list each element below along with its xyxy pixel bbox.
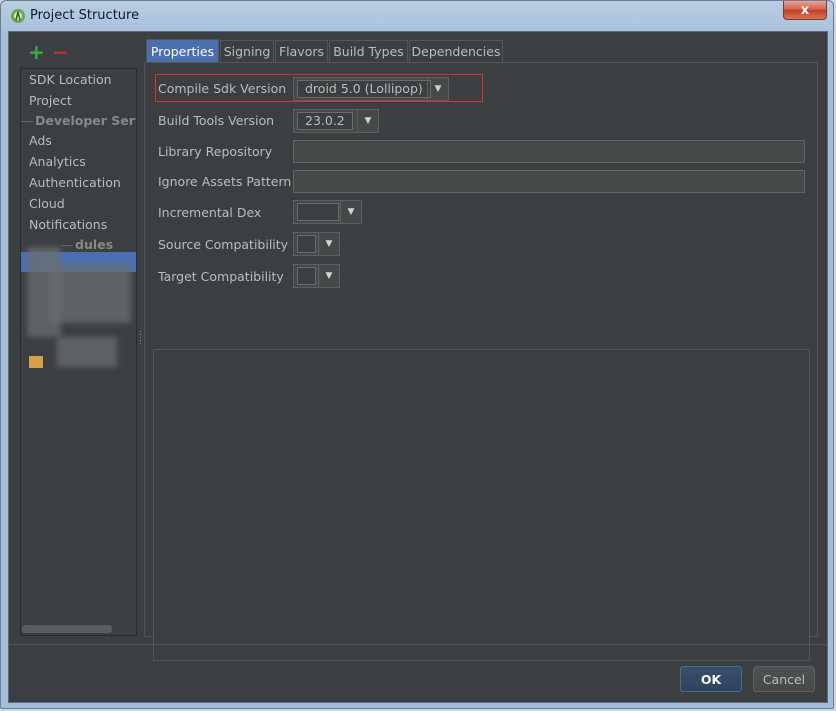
redacted-block <box>57 337 117 367</box>
target-compat-label: Target Compatibility <box>158 269 284 284</box>
source-compat-value <box>297 235 316 253</box>
sidebar-header-developer-services: Developer Servic <box>21 113 136 128</box>
window-title: Project Structure <box>30 8 140 23</box>
sidebar-item-project[interactable]: Project <box>29 93 72 108</box>
library-repo-input[interactable] <box>293 140 805 163</box>
source-compat-dropdown[interactable]: ▼ <box>293 232 340 256</box>
ignore-assets-label: Ignore Assets Pattern <box>158 174 292 189</box>
incremental-dex-dropdown[interactable]: ▼ <box>293 200 362 224</box>
build-tools-value: 23.0.2 <box>297 112 353 130</box>
sidebar-item-ads[interactable]: Ads <box>29 133 52 148</box>
remove-icon[interactable]: − <box>52 42 69 62</box>
redacted-block <box>51 265 131 323</box>
target-compat-value <box>297 267 316 285</box>
sidebar-item-analytics[interactable]: Analytics <box>29 154 86 169</box>
sidebar-item-cloud[interactable]: Cloud <box>29 196 65 211</box>
compile-sdk-value: droid 5.0 (Lollipop) <box>297 80 431 98</box>
close-button[interactable]: x <box>783 1 827 20</box>
sidebar-item-notifications[interactable]: Notifications <box>29 217 107 232</box>
title-bar[interactable]: Project Structure x <box>1 1 835 31</box>
tab-properties[interactable]: Properties <box>146 39 219 62</box>
chevron-down-icon[interactable]: ▼ <box>318 233 339 255</box>
horizontal-scrollbar[interactable] <box>22 625 112 633</box>
tab-signing[interactable]: Signing <box>220 40 274 62</box>
incremental-dex-label: Incremental Dex <box>158 205 262 220</box>
tab-flavors[interactable]: Flavors <box>275 40 328 62</box>
tab-dependencies[interactable]: Dependencies <box>409 40 503 62</box>
divider <box>9 644 827 645</box>
chevron-down-icon[interactable]: ▼ <box>357 110 378 132</box>
details-panel <box>153 349 810 661</box>
source-compat-label: Source Compatibility <box>158 237 289 252</box>
tab-build-types[interactable]: Build Types <box>329 40 408 62</box>
library-repo-label: Library Repository <box>158 144 273 159</box>
incremental-dex-value <box>297 203 339 221</box>
android-studio-icon <box>11 9 25 23</box>
sidebar-header-modules: dules <box>61 237 113 252</box>
dialog-client-area: + − SDK Location Project Developer Servi… <box>8 31 828 703</box>
project-structure-window: Project Structure x + − SDK Location Pro… <box>0 0 834 709</box>
add-icon[interactable]: + <box>28 42 45 62</box>
chevron-down-icon[interactable]: ▼ <box>427 78 448 100</box>
sidebar-item-sdk-location[interactable]: SDK Location <box>29 72 112 87</box>
sidebar-item-authentication[interactable]: Authentication <box>29 175 121 190</box>
ignore-assets-input[interactable] <box>293 170 805 193</box>
compile-sdk-label: Compile Sdk Version <box>158 81 287 96</box>
target-compat-dropdown[interactable]: ▼ <box>293 264 340 288</box>
module-folder-icon <box>29 356 43 368</box>
build-tools-dropdown[interactable]: 23.0.2 ▼ <box>293 109 379 133</box>
splitter-handle[interactable] <box>139 330 142 344</box>
compile-sdk-dropdown[interactable]: droid 5.0 (Lollipop) ▼ <box>293 77 449 101</box>
chevron-down-icon[interactable]: ▼ <box>340 201 361 223</box>
sidebar-list: SDK Location Project Developer Servic Ad… <box>20 68 137 636</box>
build-tools-label: Build Tools Version <box>158 113 275 128</box>
ok-button[interactable]: OK <box>680 666 742 692</box>
properties-panel: Compile Sdk Version droid 5.0 (Lollipop)… <box>144 62 818 661</box>
chevron-down-icon[interactable]: ▼ <box>318 265 339 287</box>
cancel-button[interactable]: Cancel <box>753 666 815 692</box>
